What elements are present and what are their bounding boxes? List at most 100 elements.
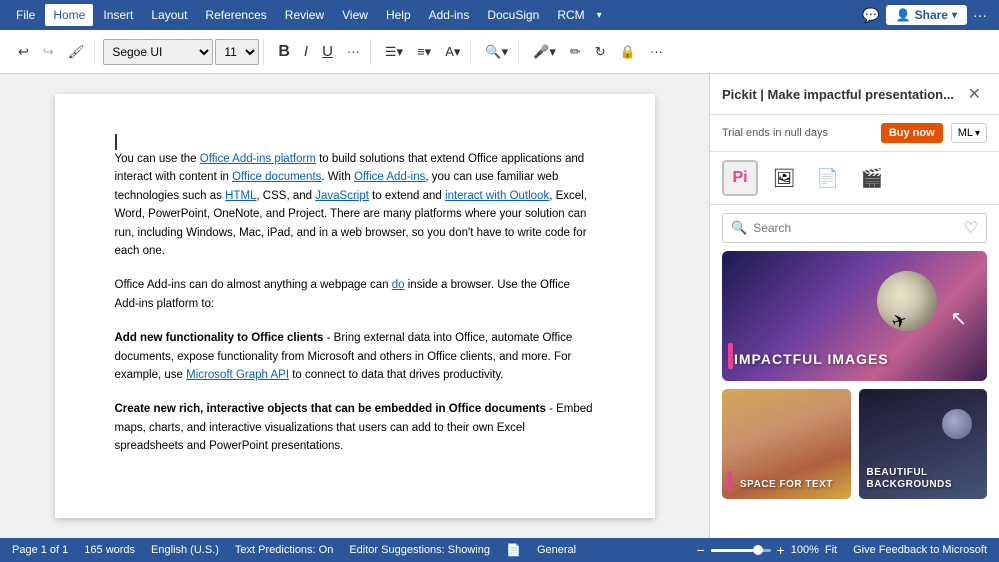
zoom-slider-thumb (753, 545, 763, 555)
dictate-group: 🎤▾ ✏ ↻ 🔒 ··· (523, 40, 673, 64)
undo-group: ↩ ↪ 🖌 (8, 40, 95, 64)
favorites-button[interactable]: ♡ (964, 218, 978, 238)
tab-document-icon[interactable]: 📄 (810, 160, 846, 196)
tab-video-icon[interactable]: 🎬 (854, 160, 890, 196)
zoom-out-button[interactable]: − (696, 542, 704, 558)
share-button[interactable]: 👤 Share ▾ (886, 5, 967, 25)
dictate-button[interactable]: 🎤▾ (527, 40, 562, 64)
thumb-beautiful-bg: BEAUTIFUL BACKGROUNDS (859, 389, 988, 499)
redo-button[interactable]: ↪ (37, 40, 60, 64)
fit-label[interactable]: Fit (825, 544, 837, 556)
paragraph-1: You can use the Office Add-ins platform … (115, 150, 595, 260)
ml-chevron-icon: ▾ (975, 128, 980, 139)
bold-button[interactable]: B (272, 39, 296, 65)
editor-suggestions: Editor Suggestions: Showing (349, 544, 490, 556)
ml-label: ML (958, 127, 973, 139)
menu-home[interactable]: Home (45, 4, 93, 26)
more-format-button[interactable]: ··· (341, 40, 366, 63)
menu-rcm[interactable]: RCM (549, 4, 592, 26)
format-painter-button[interactable]: 🖌 (62, 40, 91, 64)
menu-references[interactable]: References (197, 4, 274, 26)
find-button[interactable]: 🔍▾ (479, 40, 514, 64)
text-cursor (115, 134, 117, 150)
italic-button[interactable]: I (298, 39, 314, 64)
zoom-in-button[interactable]: + (777, 542, 785, 558)
more-menu-icon[interactable]: ··· (969, 3, 991, 27)
comment-icon[interactable]: 💬 (858, 3, 883, 28)
thumb-space-label: SPACE FOR TEXT (730, 479, 833, 491)
globe-graphic (942, 409, 972, 439)
ml-dropdown-button[interactable]: ML ▾ (951, 123, 987, 143)
menu-docusign[interactable]: DocuSign (479, 4, 547, 26)
feedback-label[interactable]: Give Feedback to Microsoft (853, 544, 987, 556)
menu-view[interactable]: View (334, 4, 376, 26)
image-icon: 🖼 (773, 168, 796, 189)
pickit-sidebar: Pickit | Make impactful presentation... … (709, 74, 999, 538)
word-count[interactable]: 165 words (84, 544, 135, 556)
zoom-level: 100% (791, 544, 819, 556)
menu-bar: File Home Insert Layout References Revie… (0, 0, 999, 30)
sidebar-title: Pickit | Make impactful presentation... (722, 87, 962, 102)
document-area[interactable]: You can use the Office Add-ins platform … (0, 74, 709, 538)
thumbnails-row: SPACE FOR TEXT BEAUTIFUL BACKGROUNDS (722, 389, 987, 499)
menu-help[interactable]: Help (378, 4, 419, 26)
thumb-space-for-text[interactable]: SPACE FOR TEXT (722, 389, 851, 499)
text-predictions: Text Predictions: On (235, 544, 333, 556)
highlight-button[interactable]: A▾ (439, 40, 466, 64)
bold-text-1: Add new functionality to Office clients (115, 332, 324, 344)
page-count[interactable]: Page 1 of 1 (12, 544, 68, 556)
sidebar-header: Pickit | Make impactful presentation... … (710, 74, 999, 115)
toolbar: ↩ ↪ 🖌 Segoe UI 11 B I U ··· ☰▾ ≡▾ A▾ 🔍▾ … (0, 30, 999, 74)
search-icon: 🔍 (731, 220, 747, 236)
thumb-beautiful-backgrounds[interactable]: BEAUTIFUL BACKGROUNDS (859, 389, 988, 499)
font-group: Segoe UI 11 (99, 39, 264, 65)
paragraph-group: ☰▾ ≡▾ A▾ (375, 40, 472, 64)
sidebar-close-button[interactable]: ✕ (962, 82, 987, 106)
more-toolbar-button[interactable]: ··· (644, 40, 669, 63)
featured-image[interactable]: ✈ ↖ IMPACTFUL IMAGES (722, 251, 987, 381)
file-type-icon: 📄 (506, 543, 521, 557)
featured-accent (728, 343, 733, 369)
language[interactable]: English (U.S.) (151, 544, 219, 556)
menu-file[interactable]: File (8, 4, 43, 26)
search-bar: 🔍 ♡ (722, 213, 987, 243)
main-area: You can use the Office Add-ins platform … (0, 74, 999, 538)
menu-review[interactable]: Review (277, 4, 332, 26)
menu-layout[interactable]: Layout (143, 4, 195, 26)
menu-insert[interactable]: Insert (95, 4, 141, 26)
rcm-dropdown-icon[interactable]: ▾ (597, 10, 602, 21)
zoom-controls: − + 100% Fit (696, 542, 837, 558)
numbering-button[interactable]: ≡▾ (411, 40, 437, 64)
menu-addins[interactable]: Add-ins (421, 4, 478, 26)
cursor-graphic: ↖ (950, 306, 967, 331)
tab-pickit-icon[interactable]: Pi (722, 160, 758, 196)
images-grid: ✈ ↖ IMPACTFUL IMAGES SPACE FOR TEXT (710, 251, 999, 538)
underline-button[interactable]: U (316, 39, 339, 64)
paragraph-4: Create new rich, interactive objects tha… (115, 400, 595, 455)
zoom-slider[interactable] (711, 549, 771, 552)
search-group: 🔍▾ (475, 40, 519, 64)
font-family-select[interactable]: Segoe UI (103, 39, 213, 65)
zoom-slider-fill (711, 549, 753, 552)
bold-text-2: Create new rich, interactive objects tha… (115, 403, 546, 415)
general-label: General (537, 544, 576, 556)
reuse-button[interactable]: ↻ (589, 40, 612, 64)
video-icon: 🎬 (861, 168, 883, 189)
status-bar: Page 1 of 1 165 words English (U.S.) Tex… (0, 538, 999, 562)
share-person-icon: 👤 (896, 8, 911, 22)
tab-image-icon[interactable]: 🖼 (766, 160, 802, 196)
font-size-select[interactable]: 11 (215, 39, 259, 65)
bullets-button[interactable]: ☰▾ (379, 40, 409, 64)
document-page: You can use the Office Add-ins platform … (55, 94, 655, 518)
search-input[interactable] (753, 221, 957, 235)
buy-now-button[interactable]: Buy now (881, 123, 943, 143)
sensitivity-button[interactable]: 🔒 (614, 40, 642, 64)
featured-label: IMPACTFUL IMAGES (734, 351, 889, 367)
document-icon: 📄 (817, 168, 839, 189)
undo-button[interactable]: ↩ (12, 40, 35, 64)
paragraph-3: Add new functionality to Office clients … (115, 329, 595, 384)
sidebar-tabs: Pi 🖼 📄 🎬 (710, 152, 999, 205)
thumb-beautiful-label: BEAUTIFUL BACKGROUNDS (867, 467, 980, 491)
trial-banner: Trial ends in null days Buy now ML ▾ (710, 115, 999, 152)
editor-button[interactable]: ✏ (564, 40, 587, 64)
